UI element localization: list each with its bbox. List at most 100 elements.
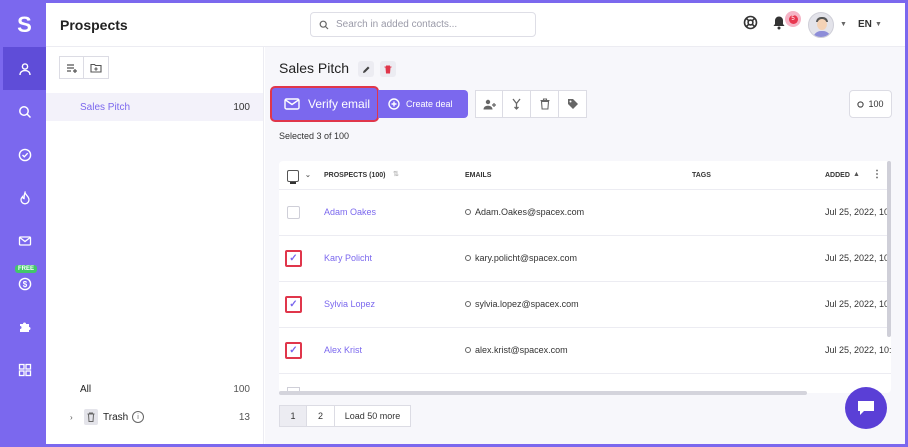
prospects-table: ⌄ PROSPECTS (100) ⇅ EMAILS TAGS ADDED ▲ … [279,161,891,393]
pencil-icon [362,66,369,73]
edit-list-button[interactable] [358,61,374,77]
sort-icon[interactable]: ⇅ [393,170,399,178]
help-button[interactable] [743,15,758,34]
merge-icon [512,98,521,110]
table-row[interactable]: ✓ Alex Krist alex.krist@spacex.com Jul 2… [279,328,891,374]
nav-mail[interactable] [3,219,46,262]
prospect-count: 100 [868,99,884,109]
list-item-trash[interactable]: › Trash i 13 [46,403,263,431]
add-folder-button[interactable] [84,56,109,79]
add-list-button[interactable] [59,56,84,79]
notification-badge: 5 [785,11,801,27]
delete-list-button[interactable] [380,61,396,77]
page-title: Prospects [60,17,128,33]
info-icon[interactable]: i [132,411,144,423]
page-2-button[interactable]: 2 [307,405,335,427]
dollar-icon: $ [18,277,31,290]
email-status-icon [465,347,471,353]
mail-icon [18,235,31,246]
search-icon [319,20,329,29]
nav-apps[interactable] [3,348,46,391]
puzzle-icon [19,322,30,332]
header-tags[interactable]: TAGS [692,172,711,179]
bulk-actions [475,90,587,118]
add-to-sequence-button[interactable] [475,90,503,118]
list-item-all[interactable]: All 100 [46,375,263,403]
table-row[interactable]: Adam Oakes Adam.Oakes@spacex.com Jul 25,… [279,190,891,236]
chevron-down-icon[interactable]: ▼ [840,21,847,28]
table-row[interactable]: ✓ Sylvia Lopez sylvia.lopez@spacex.com J… [279,282,891,328]
nav-deals[interactable]: FREE $ [3,262,46,305]
select-all-checkbox[interactable] [287,170,299,184]
horizontal-scrollbar[interactable] [279,391,807,395]
free-badge: FREE [15,265,38,273]
load-more-button[interactable]: Load 50 more [335,405,411,427]
header-emails[interactable]: EMAILS [465,172,491,179]
create-deal-label: Create deal [406,99,453,109]
row-checkbox[interactable]: ✓ [285,342,302,359]
app-logo[interactable]: S [3,3,46,47]
prospect-added: Jul 25, 2022, 10: [825,345,891,355]
email-status-icon [465,209,471,215]
nav-integrations[interactable] [3,305,46,348]
circle-icon [857,100,865,108]
tag-button[interactable] [559,90,587,118]
prospect-email-text: sylvia.lopez@spacex.com [475,299,579,309]
trash-icon [84,409,98,425]
language-selector[interactable]: EN [858,19,872,30]
prospect-email: Adam.Oakes@spacex.com [465,207,584,217]
chat-icon [858,401,874,415]
list-tools [59,56,109,79]
prospect-name[interactable]: Kary Policht [324,253,372,263]
more-options-icon[interactable]: ⋮ [872,169,882,180]
create-deal-button[interactable]: Create deal [378,90,468,118]
header-prospects[interactable]: PROSPECTS (100) [324,172,385,179]
chevron-down-icon[interactable]: ▼ [875,21,882,28]
prospect-name[interactable]: Sylvia Lopez [324,299,375,309]
list-item-label: All [80,383,92,395]
vertical-scrollbar[interactable] [887,161,891,337]
prospect-email-text: Adam.Oakes@spacex.com [475,207,585,217]
merge-button[interactable] [503,90,531,118]
lifebuoy-icon [743,15,758,30]
nav-search[interactable] [3,90,46,133]
row-checkbox[interactable] [287,206,300,219]
chevron-down-icon[interactable]: ⌄ [305,171,311,179]
prospect-added: Jul 25, 2022, 10: [825,299,891,309]
main-content: Sales Pitch Verify email Create deal 100… [265,47,905,444]
table-row[interactable]: ✓ Kary Policht kary.policht@spacex.com J… [279,236,891,282]
trash-icon [384,65,392,73]
row-checkbox[interactable]: ✓ [285,296,302,313]
list-item-sales-pitch[interactable]: Sales Pitch 100 [46,93,263,121]
chat-button[interactable] [845,387,887,429]
row-checkbox[interactable]: ✓ [285,250,302,267]
list-item-count: 100 [233,383,250,395]
list-item-count: 13 [238,411,250,423]
prospect-email-text: kary.policht@spacex.com [475,253,578,263]
nav-tasks[interactable] [3,133,46,176]
person-add-icon [483,99,496,109]
notification-count: 5 [788,14,798,24]
delete-button[interactable] [531,90,559,118]
sort-asc-icon[interactable]: ▲ [853,171,860,178]
notifications-button[interactable] [772,15,786,34]
search-input[interactable]: Search in added contacts... [310,12,536,37]
page-1-button[interactable]: 1 [279,405,307,427]
bell-icon [773,16,785,30]
prospect-name[interactable]: Adam Oakes [324,207,376,217]
nav-campaigns[interactable] [3,176,46,219]
prospect-name[interactable]: Alex Krist [324,345,362,355]
chevron-right-icon[interactable]: › [70,413,73,422]
list-item-label: Sales Pitch [80,101,131,113]
svg-text:$: $ [22,280,27,289]
check-circle-icon [18,148,31,161]
avatar[interactable] [808,12,834,38]
header-added[interactable]: ADDED [825,172,850,179]
email-status-icon [465,301,471,307]
search-icon [18,105,31,118]
nav-prospects[interactable] [3,47,46,90]
verify-email-button[interactable]: Verify email [270,86,379,122]
list-item-label: Trash [103,411,129,423]
list-item-count: 100 [233,101,250,113]
user-icon [18,62,31,75]
